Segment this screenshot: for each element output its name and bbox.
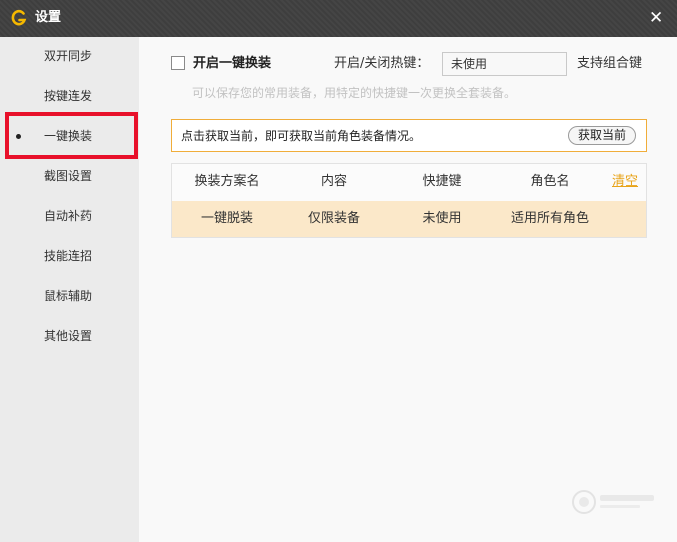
enable-quick-equip-checkbox[interactable] (171, 56, 185, 70)
cell-hotkey: 未使用 (422, 211, 462, 226)
sidebar-item-other-settings[interactable]: 其他设置 (0, 324, 139, 348)
cell-scheme-name: 一键脱装 (200, 211, 253, 226)
sidebar-item-label: 截图设置 (44, 169, 93, 183)
sidebar-item-label: 按键连发 (44, 89, 93, 103)
column-header-content: 内容 (320, 174, 347, 189)
title-bar: 设置 ✕ (0, 0, 677, 37)
sidebar-item-label: 其他设置 (44, 329, 93, 343)
window-title: 设置 (35, 10, 62, 25)
combo-key-label: 支持组合键 (577, 56, 643, 71)
close-icon[interactable]: ✕ (649, 9, 663, 27)
main-panel (139, 37, 677, 542)
app-logo-icon (11, 9, 27, 26)
table-header: 换装方案名 内容 快捷键 角色名 清空 (172, 164, 646, 200)
sidebar-item-dual-sync[interactable]: 双开同步 (0, 44, 139, 68)
notice-text: 点击获取当前，即可获取当前角色装备情况。 (181, 129, 422, 143)
hint-text: 可以保存您的常用装备，用特定的快捷键一次更换全套装备。 (192, 86, 517, 100)
fetch-current-button[interactable]: 获取当前 (568, 126, 636, 145)
sidebar-item-label: 技能连招 (44, 249, 93, 263)
column-header-role-name: 角色名 (530, 174, 570, 189)
settings-sidebar: 双开同步 按键连发 一键换装 截图设置 自动补药 技能连招 鼠标辅助 其他设置 (0, 37, 139, 542)
notice-box: 点击获取当前，即可获取当前角色装备情况。 获取当前 (171, 119, 647, 152)
cell-role-name: 适用所有角色 (510, 211, 589, 226)
sidebar-item-screenshot[interactable]: 截图设置 (0, 164, 139, 188)
sidebar-item-label: 鼠标辅助 (44, 289, 93, 303)
sidebar-item-key-repeat[interactable]: 按键连发 (0, 84, 139, 108)
table-row[interactable]: 一键脱装 仅限装备 未使用 适用所有角色 (172, 201, 646, 237)
watermark-logo-icon (572, 490, 654, 514)
sidebar-item-skill-combo[interactable]: 技能连招 (0, 244, 139, 268)
active-dot-icon (16, 134, 21, 139)
equip-scheme-table: 换装方案名 内容 快捷键 角色名 清空 一键脱装 仅限装备 未使用 适用所有角色 (171, 163, 647, 238)
column-header-scheme-name: 换装方案名 (194, 174, 260, 189)
sidebar-item-label: 一键换装 (44, 129, 93, 143)
sidebar-item-mouse-assist[interactable]: 鼠标辅助 (0, 284, 139, 308)
sidebar-item-auto-potion[interactable]: 自动补药 (0, 204, 139, 228)
sidebar-item-label: 双开同步 (44, 49, 93, 63)
cell-content: 仅限装备 (307, 211, 360, 226)
sidebar-item-label: 自动补药 (44, 209, 93, 223)
enable-quick-equip-label: 开启一键换装 (193, 56, 272, 71)
hotkey-label: 开启/关闭热键： (334, 56, 430, 71)
clear-link[interactable]: 清空 (612, 164, 638, 200)
sidebar-item-quick-equip[interactable]: 一键换装 (0, 124, 139, 148)
column-header-hotkey: 快捷键 (422, 174, 462, 189)
hotkey-input[interactable]: 未使用 (442, 52, 567, 76)
